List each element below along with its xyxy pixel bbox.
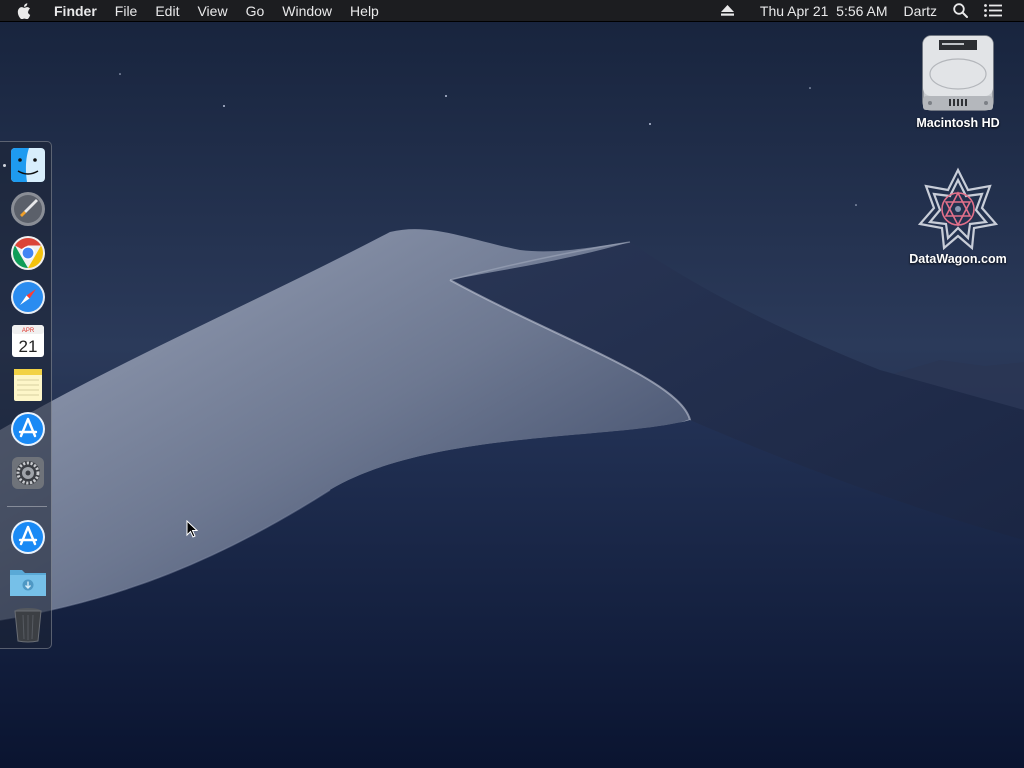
desktop-icon-glyph [916,166,1000,250]
dock-item-safari[interactable] [9,278,47,316]
compass-icon [11,280,45,314]
dock-item-app-store-download[interactable] [9,518,47,556]
appstore-icon [11,520,45,554]
desktop-icon-datawagon[interactable]: DataWagon.com [898,166,1018,266]
notepad-icon [14,369,42,401]
dock: APR 21 [0,141,52,649]
menu-clock[interactable]: Thu Apr 21 5:56 AM [752,0,896,22]
desktop-icon-label: DataWagon.com [909,252,1007,266]
menu-app-finder[interactable]: Finder [50,0,106,22]
dock-item-chrome[interactable] [9,234,47,272]
menu-view[interactable]: View [188,0,236,22]
dock-item-downloads[interactable] [9,562,47,600]
menu-edit[interactable]: Edit [146,0,188,22]
dock-item-system-preferences[interactable] [9,454,47,492]
desktop-icon-glyph [916,30,1000,114]
menu-bar: Finder File Edit View Go Window Help Thu… [0,0,1024,22]
rocket-icon [11,192,45,226]
dock-item-app-store[interactable] [9,410,47,448]
dock-item-notes[interactable] [9,366,47,404]
calendar-icon: APR 21 [12,325,44,357]
running-indicator [3,164,6,167]
trash-icon [14,608,42,643]
chrome-icon [11,236,45,270]
dock-item-trash[interactable] [9,606,47,644]
spotlight-button[interactable] [945,0,976,22]
list-icon [984,4,1002,17]
magnifier-icon [953,3,968,18]
menu-file[interactable]: File [106,0,147,22]
desktop-wallpaper [0,0,1024,768]
dock-separator [7,506,47,507]
mouse-pointer-icon [186,520,198,538]
finder-face-icon [11,148,45,182]
menu-help[interactable]: Help [341,0,388,22]
menu-go[interactable]: Go [237,0,274,22]
download-folder-icon [10,570,46,596]
apple-menu[interactable] [17,2,39,19]
appstore-icon [11,412,45,446]
menu-window[interactable]: Window [273,0,341,22]
dock-item-finder[interactable] [9,146,47,184]
eject-menu[interactable] [713,0,742,22]
desktop-icon-macintosh-hd[interactable]: Macintosh HD [898,30,1018,130]
calendar-day: 21 [19,337,38,356]
eject-icon [720,5,734,16]
menu-bar-status-area: Thu Apr 21 5:56 AM Dartz [713,0,1024,22]
desktop-icon-label: Macintosh HD [916,116,1000,130]
apple-logo-icon [17,2,31,19]
gear-icon [12,457,44,489]
calendar-month: APR [22,328,35,334]
notification-center-button[interactable] [976,0,1010,22]
dock-item-launchpad[interactable] [9,190,47,228]
dock-item-calendar[interactable]: APR 21 [9,322,47,360]
hard-drive-icon [922,35,994,111]
star-emblem-icon [917,167,999,250]
menu-user[interactable]: Dartz [896,0,945,22]
